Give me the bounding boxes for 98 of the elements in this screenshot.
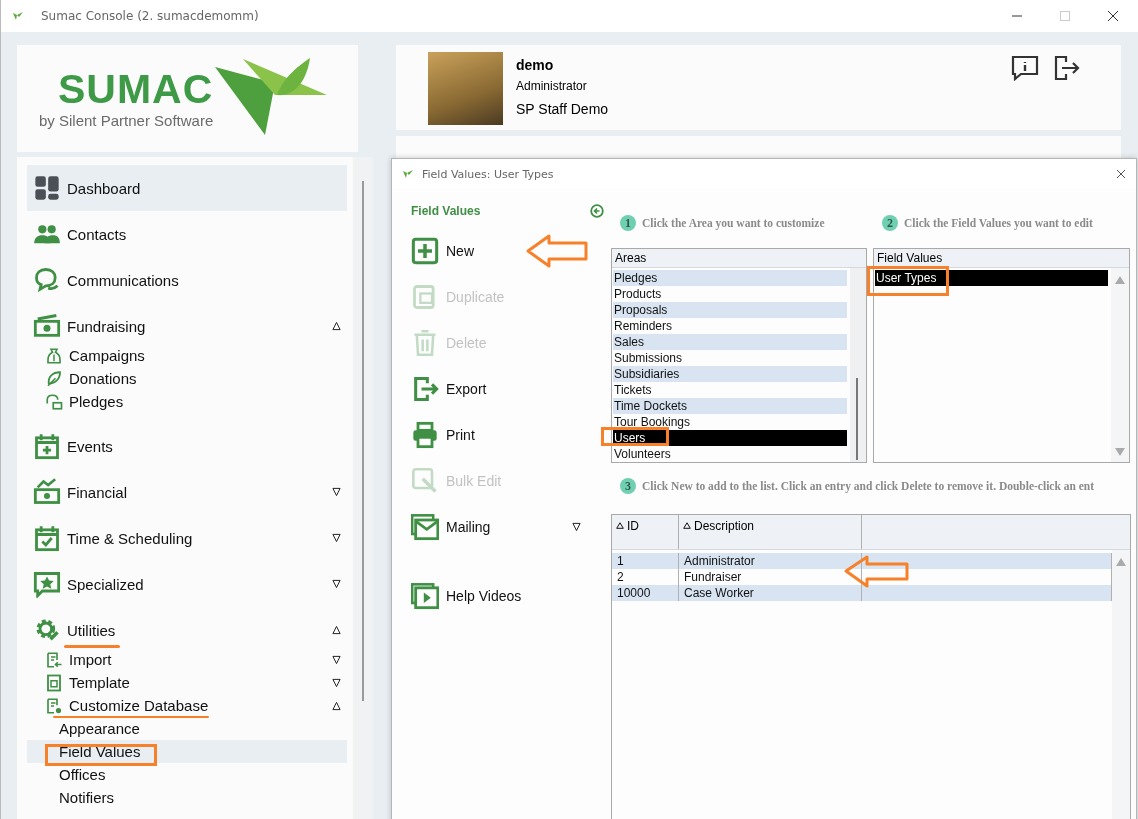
annotation-arrow xyxy=(525,233,589,269)
list-item[interactable]: Time Dockets xyxy=(613,398,847,414)
sidebar-subitem[interactable]: Pledges xyxy=(27,390,347,413)
sidebar-item[interactable]: Financial xyxy=(27,469,347,515)
banknote-chart-icon xyxy=(33,478,61,506)
star-icon xyxy=(33,570,61,598)
list-item[interactable]: User Types xyxy=(875,270,1108,286)
annotation-underline xyxy=(64,645,120,648)
calendar-check-icon xyxy=(33,524,61,552)
list-arrow-icon xyxy=(45,650,63,669)
list-item[interactable]: Products xyxy=(613,286,847,302)
scrollbar[interactable] xyxy=(850,268,866,462)
list-item[interactable]: Users xyxy=(613,430,847,446)
expand-icon[interactable] xyxy=(332,677,341,688)
back-icon[interactable] xyxy=(590,204,604,218)
window-title: Sumac Console (2. sumacdemomm) xyxy=(41,9,259,23)
collapse-icon[interactable] xyxy=(332,321,341,331)
list-item[interactable]: Submissions xyxy=(613,350,847,366)
document-icon xyxy=(45,673,63,692)
sidebar-item[interactable]: Events xyxy=(27,423,347,469)
collapse-icon[interactable] xyxy=(332,700,341,711)
list-gear-icon xyxy=(45,696,63,715)
toolbar-button[interactable]: Mailing xyxy=(411,504,583,550)
grid-icon xyxy=(33,174,61,202)
sidebar-subitem[interactable]: Offices xyxy=(27,763,347,786)
money-bag-icon xyxy=(45,346,63,365)
plus-square-icon xyxy=(411,237,439,265)
leaf-icon xyxy=(12,11,24,21)
table-cell: Case Worker xyxy=(679,585,862,601)
list-item[interactable]: Tour Bookings xyxy=(613,414,847,430)
sort-icon xyxy=(683,522,691,529)
close-icon[interactable] xyxy=(1116,169,1126,179)
list-header: Field Values xyxy=(874,249,1129,268)
table-cell: 10000 xyxy=(612,585,679,601)
step-instruction: Click the Field Values you want to edit xyxy=(904,217,1093,229)
sidebar-subitem[interactable]: Field Values xyxy=(27,740,347,763)
toolbar-button[interactable]: Export xyxy=(411,366,583,412)
expand-icon[interactable] xyxy=(572,522,581,532)
logo-tagline: by Silent Partner Software xyxy=(39,112,214,129)
bulk-edit-icon xyxy=(411,467,439,495)
close-icon[interactable] xyxy=(1107,10,1119,22)
column-header[interactable]: Description xyxy=(679,515,862,549)
logo-name: SUMAC xyxy=(57,68,214,110)
expand-icon[interactable] xyxy=(332,654,341,665)
leaf-icon xyxy=(402,169,414,179)
user-name: demo xyxy=(516,57,555,75)
sidebar-item[interactable]: Contacts xyxy=(27,211,347,257)
sidebar-subitem[interactable]: Template xyxy=(27,671,347,694)
step-number: 1 xyxy=(620,215,636,231)
user-role: Administrator xyxy=(516,78,588,95)
hand-card-icon xyxy=(45,392,63,411)
step-number: 2 xyxy=(882,215,898,231)
envelope-icon xyxy=(411,513,439,541)
banknote-icon xyxy=(33,312,61,340)
list-item[interactable]: Subsidiaries xyxy=(613,366,847,382)
list-header: Areas xyxy=(612,249,866,268)
list-item[interactable]: Tickets xyxy=(613,382,847,398)
export-icon xyxy=(411,375,439,403)
step-instruction: Click New to add to the list. Click an entry and click Delete to remove it. Double-click an ent xyxy=(642,480,1095,492)
step-number: 3 xyxy=(620,478,636,494)
toolbar-button[interactable]: New xyxy=(411,228,583,274)
dialog-title: Field Values: User Types xyxy=(422,167,554,181)
toolbar-button[interactable]: Help Videos xyxy=(411,573,583,619)
annotation-arrow xyxy=(843,554,910,589)
expand-icon[interactable] xyxy=(332,579,341,589)
step-instruction: Click the Area you want to customize xyxy=(642,217,825,229)
list-item[interactable]: Sales xyxy=(613,334,847,350)
list-item[interactable]: Reminders xyxy=(613,318,847,334)
sidebar-item[interactable]: Communications xyxy=(27,257,347,303)
column-header[interactable]: ID xyxy=(612,515,679,549)
sidebar-subitem[interactable]: Notifiers xyxy=(27,786,347,809)
list-item[interactable]: Proposals xyxy=(613,302,847,318)
printer-icon xyxy=(411,421,439,449)
expand-icon[interactable] xyxy=(332,487,341,497)
collapse-icon[interactable] xyxy=(332,625,341,635)
list-item[interactable]: Pledges xyxy=(613,270,847,286)
feedback-icon[interactable] xyxy=(1011,55,1039,81)
sidebar-subitem[interactable]: Customize Database xyxy=(27,694,347,717)
logout-icon[interactable] xyxy=(1053,55,1081,81)
table-cell: 1 xyxy=(612,553,679,569)
sidebar-subitem[interactable]: Donations xyxy=(27,367,347,390)
toolbar-button[interactable]: Print xyxy=(411,412,583,458)
toolbar-heading: Field Values xyxy=(411,204,481,218)
list-item[interactable]: Volunteers xyxy=(613,446,847,462)
expand-icon[interactable] xyxy=(332,533,341,543)
sidebar-item[interactable]: Specialized xyxy=(27,561,347,607)
sidebar-item[interactable]: Time & Scheduling xyxy=(27,515,347,561)
scrollbar[interactable] xyxy=(353,157,373,819)
chat-icon xyxy=(33,266,61,294)
sort-icon xyxy=(616,522,624,529)
leaf-icon xyxy=(45,369,63,388)
table-cell: Administrator xyxy=(679,553,862,569)
sidebar-item[interactable]: Dashboard xyxy=(27,165,347,211)
video-play-icon xyxy=(411,582,439,610)
calendar-plus-icon xyxy=(33,432,61,460)
highlight-frame xyxy=(601,427,669,446)
organization-name: SP Staff Demo xyxy=(516,101,609,117)
sidebar-subitem[interactable]: Appearance xyxy=(27,717,347,740)
